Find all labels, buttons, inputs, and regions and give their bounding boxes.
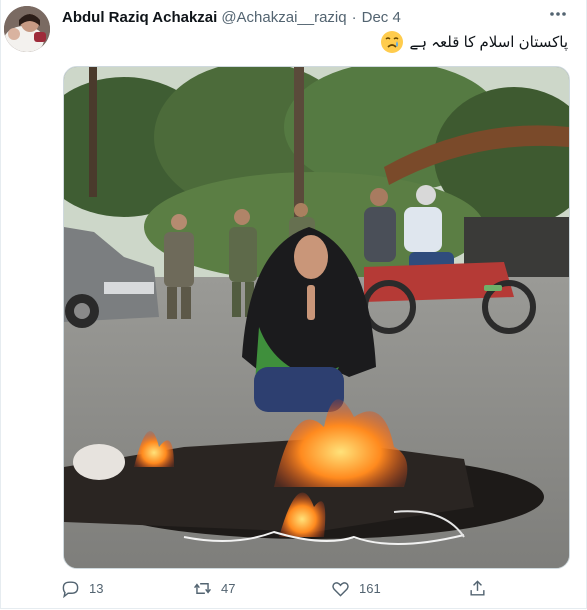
user-handle[interactable]: @Achakzai__raziq — [221, 9, 346, 26]
retweet-icon — [194, 583, 211, 594]
like-button[interactable]: 161 — [331, 579, 381, 598]
tweet-actions: 13 47 161 — [61, 579, 521, 601]
like-count: 161 — [359, 581, 381, 596]
heart-icon — [332, 582, 349, 597]
retweet-count: 47 — [221, 581, 236, 596]
tweet-text: پاکستان اسلام کا قلعہ ہے — [380, 30, 568, 54]
share-icon — [470, 580, 485, 596]
separator-dot: · — [351, 8, 357, 26]
avatar[interactable] — [4, 6, 50, 52]
reply-count: 13 — [89, 581, 104, 596]
avatar-image — [4, 6, 50, 52]
more-options-icon[interactable] — [546, 4, 570, 24]
protest-photo — [64, 67, 569, 568]
reply-icon — [62, 581, 79, 598]
tweet-text-content: پاکستان اسلام کا قلعہ ہے — [409, 34, 568, 51]
tweet-date[interactable]: Dec 4 — [362, 9, 401, 26]
reply-button[interactable]: 13 — [61, 579, 103, 598]
tweet-photo[interactable] — [63, 66, 570, 569]
share-button[interactable] — [468, 579, 487, 598]
tweet-card: Abdul Raziq Achakzai @Achakzai__raziq · … — [0, 0, 587, 609]
display-name[interactable]: Abdul Raziq Achakzai — [62, 9, 217, 26]
crying-face-icon — [380, 31, 403, 53]
tweet-header: Abdul Raziq Achakzai @Achakzai__raziq · … — [62, 7, 401, 27]
retweet-button[interactable]: 47 — [193, 579, 235, 598]
